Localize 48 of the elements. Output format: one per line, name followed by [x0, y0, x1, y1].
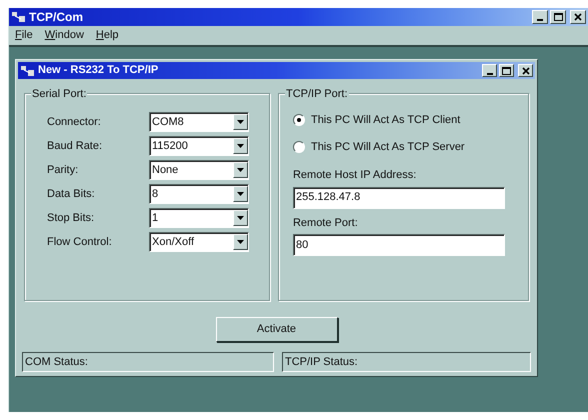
caret-icon	[237, 168, 244, 172]
maximize-button[interactable]	[499, 64, 514, 77]
window-title: TCP/Com	[29, 9, 83, 26]
field-label: Baud Rate:	[47, 138, 104, 154]
caret-icon	[237, 240, 244, 244]
maximize-button[interactable]	[550, 10, 566, 24]
radio-label[interactable]: This PC Will Act As TCP Server	[310, 138, 465, 155]
dropdown[interactable]: 8	[149, 184, 249, 204]
radio-label[interactable]: This PC Will Act As TCP Client	[310, 112, 460, 128]
close-icon	[522, 66, 530, 74]
minimize-button[interactable]	[532, 10, 548, 24]
field-label: Remote Host IP Address:	[292, 168, 418, 183]
minimize-button[interactable]	[482, 64, 497, 77]
minimize-icon	[486, 72, 492, 74]
field-label: Parity:	[47, 162, 80, 178]
minimize-icon	[537, 19, 543, 21]
dropdown[interactable]: None	[149, 160, 249, 180]
activate-button[interactable]: Activate	[216, 317, 338, 342]
close-button[interactable]	[570, 10, 586, 24]
menu-item[interactable]: Help	[96, 27, 119, 44]
input-field[interactable]: 255.128.47.8	[292, 186, 505, 208]
field-label: Remote Port:	[292, 216, 359, 230]
app-icon	[12, 11, 26, 23]
menu-item[interactable]: Window	[44, 27, 84, 44]
dropdown[interactable]: 1	[149, 208, 249, 228]
status-panel: TCP/IP Status:	[282, 352, 531, 372]
child-window-title: New - RS232 To TCP/IP	[38, 63, 158, 78]
menu-item[interactable]: File	[15, 27, 33, 44]
caret-icon	[237, 216, 244, 220]
field-label: Connector:	[47, 114, 102, 130]
caret-icon	[237, 144, 244, 148]
field-label: Data Bits:	[47, 186, 96, 202]
app-icon	[21, 64, 35, 76]
close-button[interactable]	[518, 64, 533, 77]
field-label: Flow Control:	[47, 234, 113, 250]
field-label: Stop Bits:	[47, 210, 96, 226]
dropdown[interactable]: Xon/Xoff	[149, 232, 249, 252]
status-panel: COM Status:	[22, 352, 274, 372]
dropdown[interactable]: COM8	[149, 112, 249, 132]
caret-icon	[237, 192, 244, 196]
dropdown[interactable]: 115200	[149, 136, 249, 156]
input-field[interactable]: 80	[292, 234, 505, 256]
caret-icon	[237, 120, 244, 124]
radio-button[interactable]	[292, 140, 305, 153]
radio-button[interactable]	[292, 114, 305, 126]
maximize-icon	[554, 13, 562, 21]
maximize-icon	[502, 66, 511, 74]
close-icon	[574, 13, 582, 21]
